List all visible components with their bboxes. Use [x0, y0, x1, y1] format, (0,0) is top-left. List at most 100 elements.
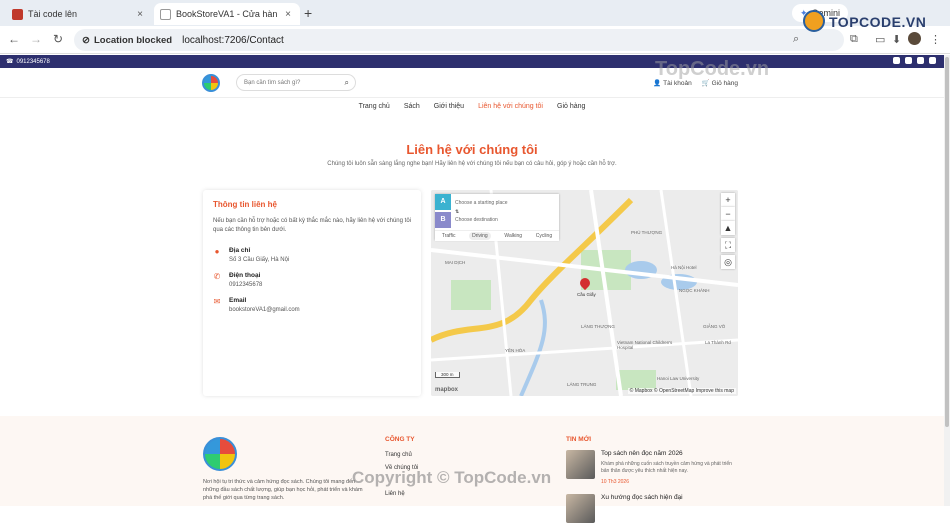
- news-item[interactable]: Top sách nên đọc năm 2026 Khám phá những…: [566, 450, 746, 485]
- news-title[interactable]: Xu hướng đọc sách hiện đại: [601, 494, 683, 501]
- news-date: 10 Th3 2026: [601, 479, 629, 485]
- news-item[interactable]: Xu hướng đọc sách hiện đại: [566, 494, 746, 528]
- instagram-icon[interactable]: [905, 57, 912, 64]
- location-off-icon: ⊘: [82, 34, 90, 46]
- phone-label: Điện thoại: [229, 272, 261, 279]
- zoom-icon[interactable]: ⌕: [793, 33, 799, 46]
- address-label: Địa chỉ: [229, 247, 251, 254]
- destination-input[interactable]: Choose destination: [455, 217, 498, 223]
- back-icon[interactable]: ←: [6, 32, 22, 46]
- location-blocked-label: Location blocked: [93, 34, 173, 46]
- fullscreen-icon[interactable]: ⛶: [721, 238, 735, 252]
- mode-traffic[interactable]: Traffic: [442, 233, 456, 239]
- company-heading: CÔNG TY: [385, 436, 415, 443]
- mode-walking[interactable]: Walking: [504, 233, 522, 239]
- site-top-strip: ☎ 0912345678: [0, 55, 944, 68]
- mode-cycling[interactable]: Cycling: [536, 233, 552, 239]
- url-text[interactable]: localhost:7206/Contact: [182, 35, 284, 46]
- site-footer: Nơi hội tụ tri thức và cảm hứng đọc sách…: [0, 416, 944, 523]
- topcode-logo-icon: [803, 10, 825, 32]
- forward-icon[interactable]: →: [28, 32, 44, 46]
- map-place: PHÚ THƯỢNG: [631, 230, 663, 235]
- zoom-out-icon[interactable]: −: [721, 207, 735, 221]
- mode-driving[interactable]: Driving: [469, 232, 491, 240]
- map-pin-label: Cầu Giấy: [577, 292, 596, 297]
- page-subtitle: Chúng tôi luôn sẵn sàng lắng nghe bạn! H…: [327, 161, 617, 167]
- footer-logo[interactable]: [203, 437, 237, 471]
- geolocate-icon[interactable]: ◎: [721, 255, 735, 269]
- compass-icon[interactable]: ▲: [721, 221, 735, 235]
- map-place: MAI DỊCH: [445, 260, 466, 265]
- footer-link-home[interactable]: Trang chủ: [385, 452, 412, 458]
- email-row: ✉ Email bookstoreVA1@gmail.com: [213, 297, 411, 313]
- site-logo[interactable]: [202, 74, 220, 92]
- swap-icon[interactable]: ⇅: [455, 209, 459, 215]
- tab-title: BookStoreVA1 - Cửa hàng sách: [176, 9, 277, 19]
- nav-about[interactable]: Giới thiệu: [434, 103, 464, 117]
- map-attribution[interactable]: © Mapbox © OpenStreetMap Improve this ma…: [627, 388, 736, 394]
- nav-home[interactable]: Trang chủ: [359, 103, 390, 117]
- origin-input[interactable]: Choose a starting place: [455, 200, 508, 206]
- travel-mode-tabs: Traffic Driving Walking Cycling: [435, 230, 559, 241]
- news-description: Khám phá những cuốn sách truyền cảm hứng…: [601, 461, 732, 474]
- map-place: LÁNG TRUNG: [567, 382, 597, 387]
- nav-contact[interactable]: Liên hệ với chúng tôi: [478, 103, 543, 117]
- watermark-center: TopCode.vn: [655, 58, 770, 80]
- location-pin-icon: ●: [214, 247, 220, 256]
- zoom-in-icon[interactable]: +: [721, 193, 735, 207]
- search-icon[interactable]: ⌕: [345, 78, 349, 88]
- contact-info-card: Thông tin liên hệ Nếu bạn cần hỗ trợ hoặ…: [203, 190, 421, 396]
- tab-close-icon[interactable]: ×: [282, 9, 294, 20]
- account-label: Tài khoản: [663, 80, 692, 87]
- new-tab-button[interactable]: +: [304, 5, 312, 21]
- news-heading: TIN MỚI: [566, 436, 592, 443]
- contact-description: Nếu bạn cần hỗ trợ hoặc có bất kỳ thắc m…: [213, 218, 411, 233]
- location-blocked-chip[interactable]: ⊘ Location blocked: [82, 35, 172, 46]
- topcode-badge-text: TOPCODE.VN: [829, 14, 927, 30]
- map-place: La Thành Rd: [705, 340, 731, 345]
- facebook-icon[interactable]: [893, 57, 900, 64]
- map-place: Hà Nội Hotel: [671, 265, 697, 270]
- search-input[interactable]: Bạn cần tìm sách gì? ⌕: [236, 74, 356, 91]
- news-thumbnail[interactable]: [566, 450, 595, 479]
- top-phone: 0912345678: [16, 58, 50, 65]
- news-thumbnail[interactable]: [566, 494, 595, 523]
- main-nav: Trang chủ Sách Giới thiệu Liên hệ với ch…: [0, 103, 944, 117]
- contact-heading: Thông tin liên hệ: [213, 200, 277, 209]
- map-place: Hanoi Law University: [657, 376, 700, 381]
- email-value: bookstoreVA1@gmail.com: [229, 307, 300, 313]
- footer-link-contact[interactable]: Liên hệ: [385, 491, 405, 497]
- phone-row: ✆ Điện thoại 0912345678: [213, 272, 411, 288]
- phone-value: 0912345678: [229, 282, 263, 288]
- address-value: Số 3 Cầu Giấy, Hà Nội: [229, 257, 290, 263]
- map-place: GIẢNG VÕ: [703, 324, 726, 329]
- mapbox-logo[interactable]: mapbox: [435, 387, 458, 393]
- tab-favicon-icon: [12, 8, 23, 20]
- address-bar[interactable]: ⊘ Location blocked localhost:7206/Contac…: [74, 29, 844, 51]
- nav-cart[interactable]: Giỏ hàng: [557, 103, 585, 117]
- page-scrollbar[interactable]: [944, 55, 950, 506]
- browser-tab-1[interactable]: Tài code lên ×: [6, 3, 152, 25]
- nav-books[interactable]: Sách: [404, 103, 420, 117]
- address-row: ● Địa chỉ Số 3 Cầu Giấy, Hà Nội: [213, 247, 411, 263]
- map-place: YÊN HÒA: [505, 348, 526, 353]
- tab-title: Tài code lên: [28, 9, 78, 19]
- scrollbar-thumb[interactable]: [945, 57, 949, 427]
- tab-close-icon[interactable]: ×: [134, 9, 146, 20]
- linkedin-icon[interactable]: [917, 57, 924, 64]
- destination-marker-icon: B: [435, 212, 451, 228]
- twitter-icon[interactable]: [929, 57, 936, 64]
- topcode-badge: TOPCODE.VN: [803, 8, 943, 42]
- social-links: [893, 57, 936, 64]
- map-place: LÁNG THƯỢNG: [581, 324, 615, 329]
- news-title[interactable]: Top sách nên đọc năm 2026: [601, 450, 683, 457]
- phone-icon: ✆: [213, 272, 221, 281]
- reload-icon[interactable]: ↻: [50, 32, 66, 46]
- email-icon: ✉: [213, 297, 221, 306]
- browser-tab-2[interactable]: BookStoreVA1 - Cửa hàng sách ×: [154, 3, 300, 25]
- page-title: Liên hệ với chúng tôi: [406, 142, 538, 157]
- map-widget[interactable]: Cầu Giấy NGỌC KHÁNH LÁNG THƯỢNG LÁNG TRU…: [431, 190, 738, 396]
- footer-description: Nơi hội tụ tri thức và cảm hứng đọc sách…: [203, 479, 363, 501]
- tab-favicon-icon: [160, 8, 171, 20]
- map-scale: 300 m: [435, 372, 460, 378]
